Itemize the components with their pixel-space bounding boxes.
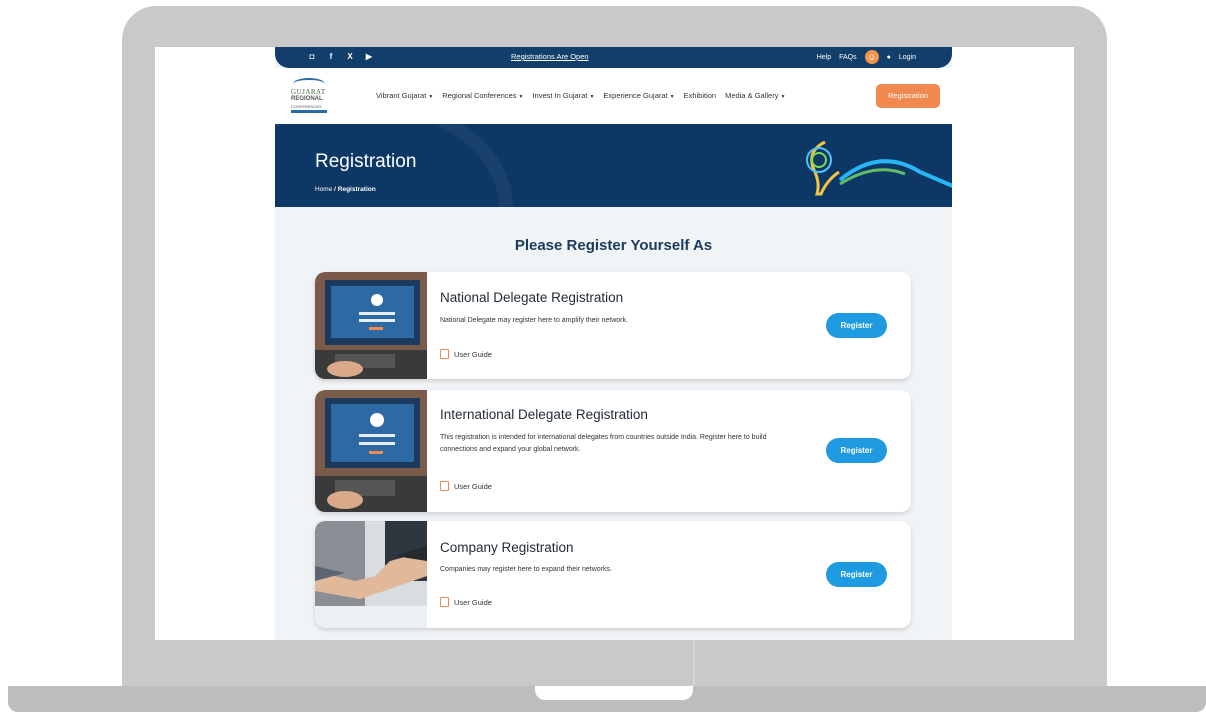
x-icon[interactable]: X — [345, 52, 355, 62]
logo-text-regional: REGIONAL — [291, 96, 323, 102]
logo-bar — [291, 110, 327, 113]
user-guide-label: User Guide — [454, 597, 492, 607]
youtube-icon[interactable]: ▶ — [364, 52, 374, 62]
top-links: Help FAQs ☺ ● Login — [817, 50, 916, 64]
social-links: ◘ f X ▶ — [307, 52, 374, 62]
logo-text-conferences: CONFERENCES — [291, 104, 322, 109]
breadcrumb-home[interactable]: Home — [315, 186, 332, 193]
user-guide-label: User Guide — [454, 481, 492, 491]
card-company: Company Registration Companies may regis… — [315, 521, 911, 628]
document-icon — [440, 349, 449, 359]
user-guide-link[interactable]: User Guide — [440, 481, 492, 491]
faqs-link[interactable]: FAQs — [839, 54, 857, 61]
caret-down-icon: ▼ — [589, 94, 595, 100]
page-hero: Registration Home / Registration — [275, 124, 952, 207]
document-icon — [440, 597, 449, 607]
nav-menu: Vibrant Gujarat ▼ Regional Conferences ▼ I… — [376, 91, 785, 100]
nav-item-vibrant-gujarat[interactable]: Vibrant Gujarat ▼ — [376, 91, 433, 100]
card-national-delegate: National Delegate Registration National … — [315, 272, 911, 379]
card-description: This registration is intended for intern… — [440, 434, 767, 453]
nav-item-exhibition[interactable]: Exhibition — [684, 91, 717, 100]
facebook-icon[interactable]: f — [326, 52, 336, 62]
user-guide-link[interactable]: User Guide — [440, 597, 492, 607]
laptop-login-image — [315, 390, 427, 512]
nav-item-regional-conferences[interactable]: Regional Conferences ▼ — [442, 91, 523, 100]
user-guide-link[interactable]: User Guide — [440, 349, 492, 359]
vibrant-gujarat-emblem — [806, 140, 952, 196]
card-title: National Delegate Registration — [440, 290, 624, 305]
registration-button[interactable]: Registration — [876, 84, 940, 108]
registrations-open-link[interactable]: Registrations Are Open — [511, 52, 589, 61]
top-bar: ◘ f X ▶ Registrations Are Open Help FAQs… — [275, 47, 952, 68]
help-link[interactable]: Help — [817, 54, 831, 61]
card-title: Company Registration — [440, 540, 574, 555]
caret-down-icon: ▼ — [428, 94, 434, 100]
logo-text-gujarat: GUJARAT — [291, 88, 326, 96]
laptop-login-image — [315, 272, 427, 379]
nav-item-invest-in-gujarat[interactable]: Invest In Gujarat ▼ — [532, 91, 594, 100]
document-icon — [440, 481, 449, 491]
caret-down-icon: ▼ — [518, 94, 524, 100]
login-link[interactable]: Login — [899, 54, 916, 61]
section-heading: Please Register Yourself As — [514, 237, 713, 254]
card-description: National Delegate may register here to a… — [440, 317, 628, 324]
user-guide-label: User Guide — [454, 349, 492, 359]
register-button[interactable]: Register — [826, 438, 887, 463]
user-icon: ● — [886, 53, 891, 61]
register-button[interactable]: Register — [826, 313, 887, 338]
breadcrumb: Home / Registration — [315, 186, 376, 193]
card-description: Companies may register here to expand th… — [440, 566, 612, 573]
main-navbar: GUJARAT REGIONAL CONFERENCES Vibrant Guj… — [275, 68, 952, 124]
site-logo[interactable]: GUJARAT REGIONAL CONFERENCES — [289, 76, 331, 116]
breadcrumb-current: / Registration — [334, 186, 376, 193]
register-button[interactable]: Register — [826, 562, 887, 587]
nav-item-media-gallery[interactable]: Media & Gallery ▼ — [725, 91, 785, 100]
website: ◘ f X ▶ Registrations Are Open Help FAQs… — [275, 47, 952, 640]
card-international-delegate: International Delegate Registration This… — [315, 390, 911, 512]
card-title: International Delegate Registration — [440, 407, 648, 422]
laptop-notch — [535, 686, 693, 700]
handshake-image — [315, 521, 427, 628]
laptop-divider — [693, 640, 695, 686]
page-title: Registration — [315, 151, 417, 172]
laptop-screen: ◘ f X ▶ Registrations Are Open Help FAQs… — [155, 47, 1074, 640]
caret-down-icon: ▼ — [669, 94, 675, 100]
nav-item-experience-gujarat[interactable]: Experience Gujarat ▼ — [603, 91, 674, 100]
caret-down-icon: ▼ — [780, 94, 786, 100]
instagram-icon[interactable]: ◘ — [307, 52, 317, 62]
accessibility-icon[interactable]: ☺ — [864, 50, 879, 64]
